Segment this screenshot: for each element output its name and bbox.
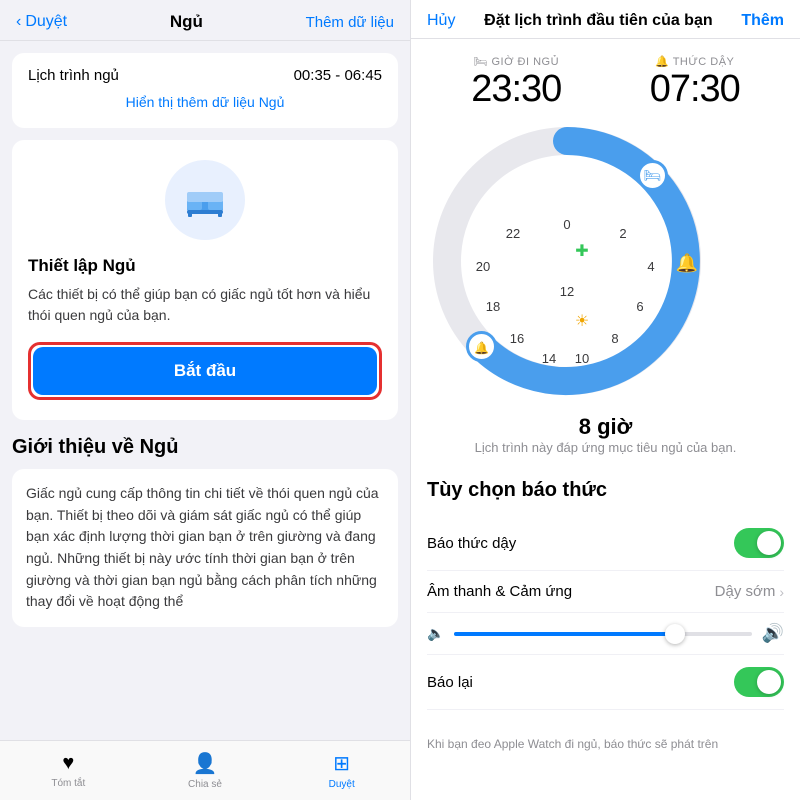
bed-icon: 🛏: [473, 56, 491, 68]
sleep-schedule-card: Lịch trình ngủ 00:35 - 06:45 Hiển thị th…: [12, 53, 398, 128]
clock-section: 🛏 GIỜ ĐI NGỦ 23:30 🔔 THỨC DẬY 07:30: [411, 39, 800, 463]
sleep-duration-desc: Lịch trình này đáp ứng mục tiêu ngủ của …: [427, 440, 784, 455]
back-chevron-icon: ‹: [16, 13, 21, 31]
snooze-toggle[interactable]: [734, 667, 784, 697]
intro-title: Giới thiệu về Ngủ: [12, 436, 398, 459]
cancel-button[interactable]: Hủy: [427, 12, 455, 30]
right-panel: Hủy Đặt lịch trình đầu tiên của bạn Thêm…: [410, 0, 800, 800]
svg-text:12: 12: [560, 284, 574, 299]
setup-desc: Các thiết bị có thể giúp bạn có giấc ngủ…: [28, 284, 382, 326]
sleep-schedule-time: 00:35 - 06:45: [294, 67, 382, 84]
svg-text:4: 4: [647, 259, 654, 274]
bed-time-col: 🛏 GIỜ ĐI NGỦ 23:30: [471, 55, 561, 111]
sound-value: Dậy sớm ›: [715, 583, 784, 600]
bed-icon-circle: [165, 160, 245, 240]
bell-label-icon: 🔔: [655, 56, 673, 68]
svg-text:6: 6: [636, 299, 643, 314]
svg-text:0: 0: [563, 217, 570, 232]
snooze-label: Báo lại: [427, 674, 473, 691]
left-panel: ‹ Duyệt Ngủ Thêm dữ liệu Lịch trình ngủ …: [0, 0, 410, 800]
tab-tomtat[interactable]: ♥ Tóm tắt: [0, 741, 137, 800]
bottom-tab-bar: ♥ Tóm tắt 👤 Chia sẻ ⊞ Duyệt: [0, 740, 410, 800]
left-nav: ‹ Duyệt Ngủ Thêm dữ liệu: [0, 0, 410, 41]
volume-row: 🔈 🔊: [427, 613, 784, 655]
svg-text:20: 20: [476, 259, 490, 274]
tab-chiase-label: Chia sẻ: [188, 779, 222, 790]
left-title: Ngủ: [67, 12, 305, 32]
volume-thumb: [665, 624, 685, 644]
sound-row[interactable]: Âm thanh & Cảm ứng Dậy sớm ›: [427, 571, 784, 613]
show-more-link[interactable]: Hiển thị thêm dữ liệu Ngủ: [28, 84, 382, 114]
wake-alarm-label: Báo thức dậy: [427, 535, 516, 552]
svg-text:🔔: 🔔: [474, 341, 489, 355]
note-text: Khi bạn đeo Apple Watch đi ngủ, báo thức…: [411, 726, 800, 763]
svg-text:✚: ✚: [575, 243, 588, 260]
tab-duyet-label: Duyệt: [329, 779, 355, 790]
them-button[interactable]: Thêm: [741, 12, 784, 30]
svg-text:18: 18: [486, 299, 500, 314]
tab-chiase[interactable]: 👤 Chia sẻ: [137, 741, 274, 800]
tab-tomtat-label: Tóm tắt: [51, 778, 85, 789]
right-title: Đặt lịch trình đầu tiên của bạn: [455, 12, 741, 30]
time-row: 🛏 GIỜ ĐI NGỦ 23:30 🔔 THỨC DẬY 07:30: [427, 55, 784, 111]
share-icon: 👤: [193, 751, 218, 776]
snooze-row: Báo lại: [427, 655, 784, 710]
volume-slider[interactable]: [454, 632, 751, 636]
wake-time-label: 🔔 THỨC DẬY: [650, 55, 740, 68]
wake-alarm-row: Báo thức dậy: [427, 516, 784, 571]
right-content: 🛏 GIỜ ĐI NGỦ 23:30 🔔 THỨC DẬY 07:30: [411, 39, 800, 800]
sleep-hours: 8 giờ: [427, 414, 784, 440]
svg-text:22: 22: [506, 226, 520, 241]
svg-text:☀: ☀: [575, 313, 589, 330]
intro-text: Giấc ngủ cung cấp thông tin chi tiết về …: [12, 469, 398, 627]
sleep-clock[interactable]: 🛏 🔔 0 2 4 6 8 10: [427, 121, 707, 401]
wake-time-col: 🔔 THỨC DẬY 07:30: [650, 55, 740, 111]
sound-label: Âm thanh & Cảm ứng: [427, 583, 572, 600]
back-button[interactable]: ‹ Duyệt: [16, 13, 67, 31]
bed-icon: [183, 178, 227, 222]
wake-alarm-toggle[interactable]: [734, 528, 784, 558]
volume-low-icon: 🔈: [427, 625, 444, 642]
start-button-wrapper: Bắt đầu: [28, 342, 382, 400]
svg-text:8: 8: [611, 331, 618, 346]
left-content: Lịch trình ngủ 00:35 - 06:45 Hiển thị th…: [0, 41, 410, 740]
volume-high-icon: 🔊: [762, 623, 784, 644]
svg-text:10: 10: [575, 351, 589, 366]
bed-time-value[interactable]: 23:30: [471, 68, 561, 111]
setup-card: Thiết lập Ngủ Các thiết bị có thể giúp b…: [12, 140, 398, 420]
browse-icon: ⊞: [333, 751, 350, 776]
sleep-schedule-label: Lịch trình ngủ: [28, 67, 119, 84]
svg-text:🔔: 🔔: [676, 253, 698, 273]
clock-wrapper: 🛏 🔔 0 2 4 6 8 10: [427, 121, 784, 406]
sleep-schedule-row: Lịch trình ngủ 00:35 - 06:45: [28, 67, 382, 84]
start-button[interactable]: Bắt đầu: [33, 347, 377, 395]
sound-chevron-icon: ›: [779, 584, 784, 600]
alarm-options-title: Tùy chọn báo thức: [427, 479, 784, 502]
wake-time-value[interactable]: 07:30: [650, 68, 740, 111]
bed-time-label: 🛏 GIỜ ĐI NGỦ: [471, 55, 561, 68]
right-nav: Hủy Đặt lịch trình đầu tiên của bạn Thêm: [411, 0, 800, 39]
svg-text:16: 16: [510, 331, 524, 346]
sleep-duration: 8 giờ Lịch trình này đáp ứng mục tiêu ng…: [427, 414, 784, 455]
setup-title: Thiết lập Ngủ: [28, 256, 136, 276]
intro-section: Giới thiệu về Ngủ Giấc ngủ cung cấp thôn…: [0, 420, 410, 627]
alarm-options-section: Tùy chọn báo thức Báo thức dậy Âm thanh …: [411, 463, 800, 726]
heart-icon: ♥: [62, 752, 74, 775]
svg-text:14: 14: [542, 351, 556, 366]
add-data-button[interactable]: Thêm dữ liệu: [306, 14, 394, 31]
tab-duyet[interactable]: ⊞ Duyệt: [273, 741, 410, 800]
back-label[interactable]: Duyệt: [25, 13, 67, 31]
svg-text:2: 2: [619, 226, 626, 241]
svg-text:🛏: 🛏: [644, 167, 662, 183]
volume-fill: [454, 632, 677, 636]
